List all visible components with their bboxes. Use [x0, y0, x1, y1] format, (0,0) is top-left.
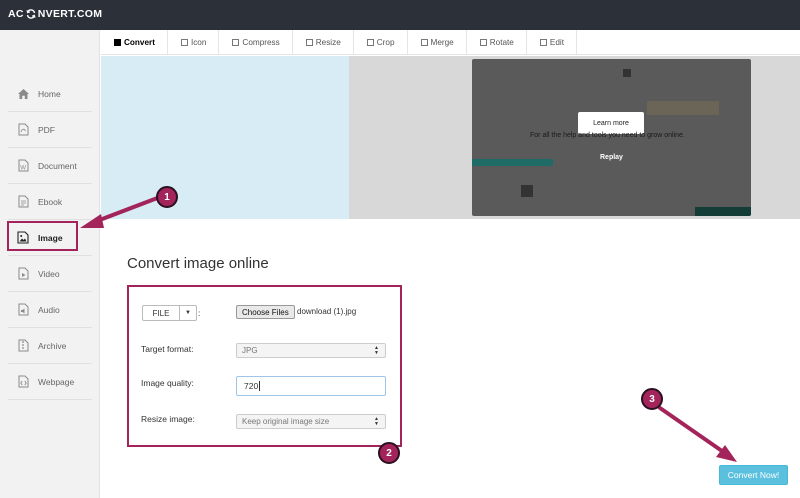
sidebar-item-pdf[interactable]: PDF — [8, 112, 92, 148]
image-quality-label: Image quality: — [141, 378, 194, 388]
step-2-badge: 2 — [378, 442, 400, 464]
caret-down-icon[interactable]: ▼ — [180, 306, 196, 320]
audio-icon — [16, 303, 30, 317]
tab-checkbox-icon — [114, 39, 121, 46]
file-source-button[interactable]: FILE ▼ — [142, 305, 197, 321]
tab-label: Resize — [315, 38, 341, 47]
tab-checkbox-icon — [366, 39, 374, 46]
pdf-icon — [16, 123, 30, 137]
video-icon — [16, 267, 30, 281]
tab-checkbox-icon — [180, 39, 188, 46]
tab-rotate[interactable]: Rotate — [467, 30, 527, 55]
ad-replay-button[interactable]: Replay — [600, 154, 623, 161]
sidebar-item-ebook[interactable]: Ebook — [8, 184, 92, 220]
target-format-label: Target format: — [141, 344, 194, 354]
logo-text-right: NVERT.COM — [37, 8, 103, 20]
ad-decoration — [472, 159, 553, 166]
choose-files-button[interactable]: Choose Files — [236, 305, 295, 319]
tab-checkbox-icon — [232, 39, 240, 46]
select-arrows-icon: ▲ ▼ — [374, 345, 379, 356]
sidebar-item-archive[interactable]: Archive — [8, 328, 92, 364]
tab-label: Compress — [242, 38, 280, 47]
ebook-icon — [16, 195, 30, 209]
sidebar-item-label: Archive — [38, 340, 67, 351]
tab-merge[interactable]: Merge — [408, 30, 467, 55]
ad-decoration — [521, 185, 533, 197]
svg-text:W: W — [20, 166, 26, 172]
tab-label: Icon — [190, 38, 207, 47]
resize-image-label: Resize image: — [141, 414, 195, 424]
page-title: Convert image online — [127, 255, 269, 272]
archive-icon — [16, 339, 30, 353]
advertisement[interactable]: Learn more For all the help and tools yo… — [472, 59, 751, 216]
tool-tabs: Convert Icon Compress Resize Crop Merge … — [101, 30, 800, 55]
tab-convert[interactable]: Convert — [101, 30, 168, 55]
tab-checkbox-icon — [420, 39, 428, 46]
document-icon: W — [16, 159, 30, 173]
file-button-label: FILE — [143, 306, 180, 320]
target-format-value: JPG — [242, 346, 258, 355]
sidebar-highlight-frame — [7, 221, 78, 251]
sidebar-item-label: Document — [38, 160, 77, 171]
arrow-3-icon — [658, 406, 737, 462]
tab-checkbox-icon — [479, 39, 487, 46]
tab-label: Convert — [124, 38, 155, 47]
sidebar-item-label: Video — [38, 268, 60, 279]
sidebar-item-label: PDF — [38, 124, 55, 135]
image-quality-value: 720 — [244, 381, 259, 391]
sidebar: Home PDF W Document Ebook Image Video Au… — [0, 30, 100, 498]
logo-text-left: AC — [8, 8, 24, 20]
site-logo[interactable]: AC NVERT.COM — [8, 8, 102, 20]
image-quality-input[interactable]: 720 — [236, 376, 386, 396]
step-3-badge: 3 — [641, 388, 663, 410]
convert-now-button[interactable]: Convert Now! — [719, 465, 788, 485]
tab-label: Edit — [549, 38, 564, 47]
ad-learn-more-button[interactable]: Learn more — [578, 112, 644, 134]
target-format-select[interactable]: JPG ▲ ▼ — [236, 343, 386, 358]
sidebar-item-video[interactable]: Video — [8, 256, 92, 292]
ad-decoration — [647, 101, 719, 115]
sidebar-item-webpage[interactable]: Webpage — [8, 364, 92, 400]
tab-label: Crop — [376, 38, 395, 47]
step-1-badge: 1 — [156, 186, 178, 208]
sidebar-item-label: Audio — [38, 304, 60, 315]
top-bar: AC NVERT.COM — [0, 0, 800, 30]
ad-decoration — [695, 207, 751, 216]
ad-decoration — [623, 69, 631, 77]
tab-label: Rotate — [489, 38, 514, 47]
tab-icon[interactable]: Icon — [168, 30, 220, 55]
tab-checkbox-icon — [305, 39, 313, 46]
resize-image-select[interactable]: Keep original image size ▲ ▼ — [236, 414, 386, 429]
sidebar-item-label: Webpage — [38, 376, 75, 387]
webpage-icon — [16, 375, 30, 389]
sidebar-item-label: Ebook — [38, 196, 63, 207]
sidebar-item-audio[interactable]: Audio — [8, 292, 92, 328]
resize-image-value: Keep original image size — [242, 417, 330, 426]
home-icon — [16, 87, 30, 101]
ad-tagline: For all the help and tools you need to g… — [530, 132, 685, 139]
tab-crop[interactable]: Crop — [354, 30, 408, 55]
refresh-icon — [26, 9, 36, 19]
text-cursor — [259, 381, 261, 391]
tab-label: Merge — [430, 38, 454, 47]
sidebar-item-home[interactable]: Home — [8, 76, 92, 112]
tab-edit[interactable]: Edit — [527, 30, 577, 55]
tab-resize[interactable]: Resize — [293, 30, 354, 55]
sidebar-item-document[interactable]: W Document — [8, 148, 92, 184]
select-arrows-icon: ▲ ▼ — [374, 416, 379, 427]
banner-left-panel — [101, 56, 349, 219]
page: AC NVERT.COM Home PDF W Document Ebook I… — [0, 0, 800, 498]
tab-compress[interactable]: Compress — [219, 30, 293, 55]
selected-file-name: download (1).jpg — [297, 307, 357, 316]
sidebar-item-label: Home — [38, 88, 61, 99]
file-colon: : — [198, 308, 201, 318]
tab-checkbox-icon — [539, 39, 547, 46]
